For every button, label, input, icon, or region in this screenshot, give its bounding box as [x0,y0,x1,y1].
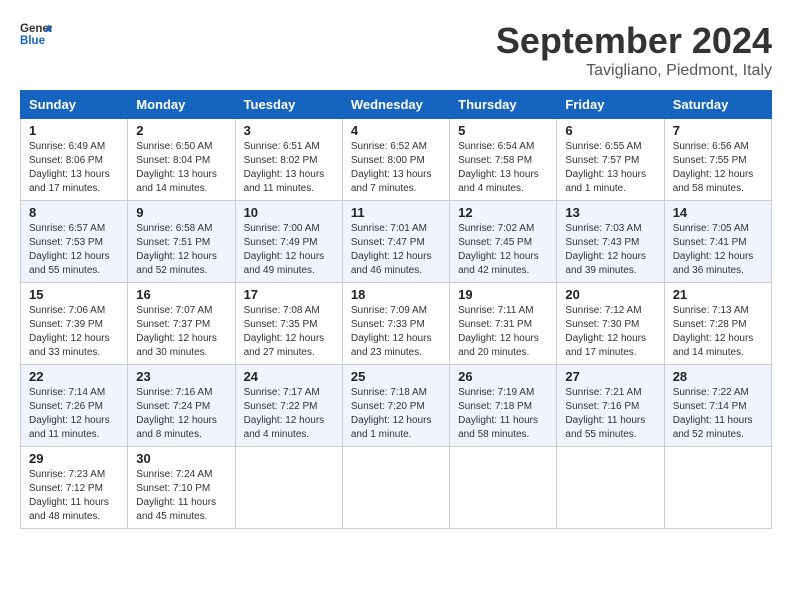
day-cell: 4Sunrise: 6:52 AMSunset: 8:00 PMDaylight… [342,119,449,201]
day-cell: 1Sunrise: 6:49 AMSunset: 8:06 PMDaylight… [21,119,128,201]
day-cell: 12Sunrise: 7:02 AMSunset: 7:45 PMDayligh… [450,201,557,283]
calendar-week-2: 15Sunrise: 7:06 AMSunset: 7:39 PMDayligh… [21,283,772,365]
header-sunday: Sunday [21,91,128,119]
day-cell: 24Sunrise: 7:17 AMSunset: 7:22 PMDayligh… [235,365,342,447]
day-cell: 7Sunrise: 6:56 AMSunset: 7:55 PMDaylight… [664,119,771,201]
day-cell: 17Sunrise: 7:08 AMSunset: 7:35 PMDayligh… [235,283,342,365]
day-cell [235,447,342,529]
day-cell: 15Sunrise: 7:06 AMSunset: 7:39 PMDayligh… [21,283,128,365]
day-cell: 21Sunrise: 7:13 AMSunset: 7:28 PMDayligh… [664,283,771,365]
day-cell [664,447,771,529]
day-cell: 2Sunrise: 6:50 AMSunset: 8:04 PMDaylight… [128,119,235,201]
day-cell: 6Sunrise: 6:55 AMSunset: 7:57 PMDaylight… [557,119,664,201]
calendar-week-3: 22Sunrise: 7:14 AMSunset: 7:26 PMDayligh… [21,365,772,447]
calendar-week-4: 29Sunrise: 7:23 AMSunset: 7:12 PMDayligh… [21,447,772,529]
header-saturday: Saturday [664,91,771,119]
day-cell: 28Sunrise: 7:22 AMSunset: 7:14 PMDayligh… [664,365,771,447]
day-cell: 9Sunrise: 6:58 AMSunset: 7:51 PMDaylight… [128,201,235,283]
day-cell: 3Sunrise: 6:51 AMSunset: 8:02 PMDaylight… [235,119,342,201]
day-cell: 14Sunrise: 7:05 AMSunset: 7:41 PMDayligh… [664,201,771,283]
day-cell: 16Sunrise: 7:07 AMSunset: 7:37 PMDayligh… [128,283,235,365]
logo: General Blue [20,20,52,48]
location: Tavigliano, Piedmont, Italy [496,62,772,80]
day-cell: 27Sunrise: 7:21 AMSunset: 7:16 PMDayligh… [557,365,664,447]
day-cell: 13Sunrise: 7:03 AMSunset: 7:43 PMDayligh… [557,201,664,283]
svg-text:Blue: Blue [20,35,46,47]
header-thursday: Thursday [450,91,557,119]
header-tuesday: Tuesday [235,91,342,119]
day-cell: 11Sunrise: 7:01 AMSunset: 7:47 PMDayligh… [342,201,449,283]
day-cell [450,447,557,529]
day-cell: 19Sunrise: 7:11 AMSunset: 7:31 PMDayligh… [450,283,557,365]
calendar-week-1: 8Sunrise: 6:57 AMSunset: 7:53 PMDaylight… [21,201,772,283]
day-cell: 30Sunrise: 7:24 AMSunset: 7:10 PMDayligh… [128,447,235,529]
day-cell [342,447,449,529]
header-friday: Friday [557,91,664,119]
day-cell: 20Sunrise: 7:12 AMSunset: 7:30 PMDayligh… [557,283,664,365]
day-cell: 29Sunrise: 7:23 AMSunset: 7:12 PMDayligh… [21,447,128,529]
calendar-week-0: 1Sunrise: 6:49 AMSunset: 8:06 PMDaylight… [21,119,772,201]
day-cell: 22Sunrise: 7:14 AMSunset: 7:26 PMDayligh… [21,365,128,447]
day-cell: 25Sunrise: 7:18 AMSunset: 7:20 PMDayligh… [342,365,449,447]
header-monday: Monday [128,91,235,119]
title-block: September 2024 Tavigliano, Piedmont, Ita… [496,20,772,80]
month-title: September 2024 [496,20,772,62]
day-cell [557,447,664,529]
logo-icon: General Blue [20,20,52,48]
header-wednesday: Wednesday [342,91,449,119]
day-cell: 26Sunrise: 7:19 AMSunset: 7:18 PMDayligh… [450,365,557,447]
page-header: General Blue September 2024 Tavigliano, … [20,20,772,80]
day-cell: 8Sunrise: 6:57 AMSunset: 7:53 PMDaylight… [21,201,128,283]
day-cell: 23Sunrise: 7:16 AMSunset: 7:24 PMDayligh… [128,365,235,447]
day-cell: 18Sunrise: 7:09 AMSunset: 7:33 PMDayligh… [342,283,449,365]
day-cell: 5Sunrise: 6:54 AMSunset: 7:58 PMDaylight… [450,119,557,201]
calendar-header-row: Sunday Monday Tuesday Wednesday Thursday… [21,91,772,119]
calendar-table: Sunday Monday Tuesday Wednesday Thursday… [20,90,772,529]
day-cell: 10Sunrise: 7:00 AMSunset: 7:49 PMDayligh… [235,201,342,283]
